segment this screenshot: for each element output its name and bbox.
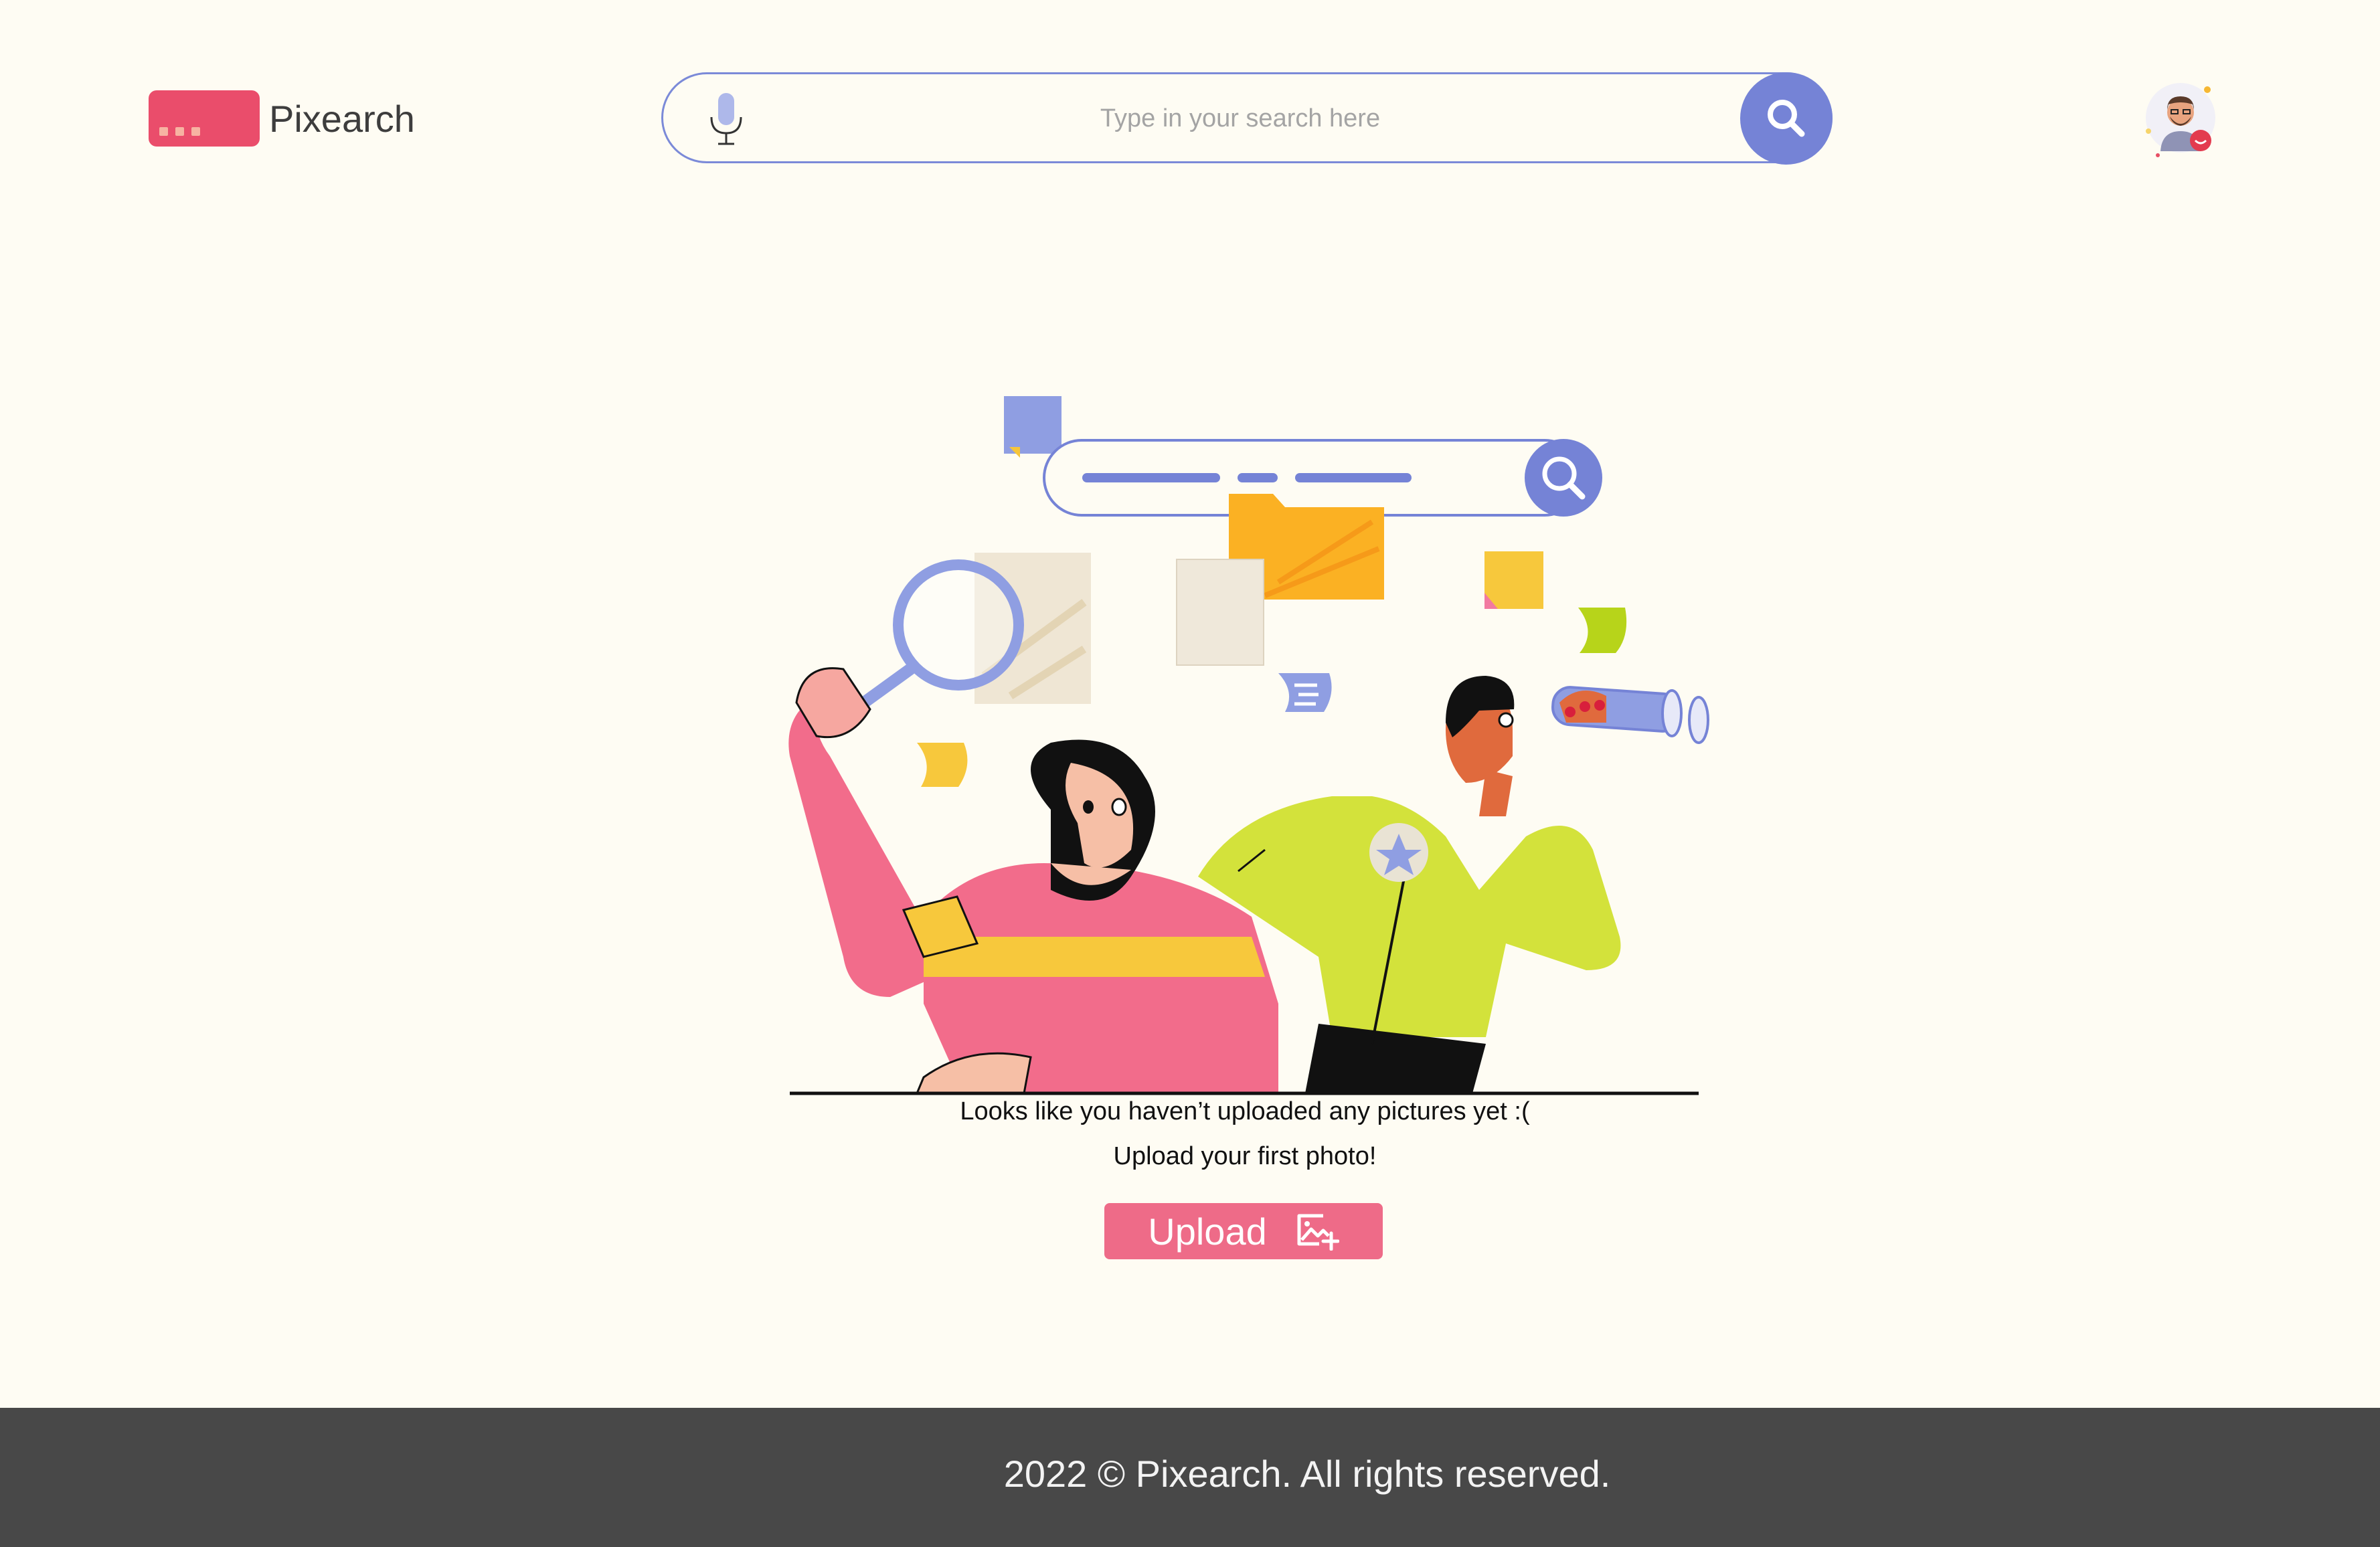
- image-add-icon: [1297, 1214, 1339, 1251]
- empty-state-prompt: Upload your first photo!: [1113, 1142, 1377, 1170]
- search-icon: [1768, 100, 1805, 137]
- upload-button[interactable]: Upload: [1104, 1203, 1383, 1259]
- upload-button-label: Upload: [1148, 1210, 1267, 1253]
- empty-state-message: Looks like you haven’t uploaded any pict…: [960, 1097, 1530, 1125]
- search-button[interactable]: [1740, 72, 1833, 165]
- search-bar: [661, 72, 1833, 165]
- footer: 2022 © Pixearch. All rights reserved.: [0, 1408, 2380, 1547]
- footer-copyright: 2022 © Pixearch. All rights reserved.: [1003, 1453, 1611, 1495]
- brand-logo[interactable]: Pixearch: [149, 90, 415, 147]
- logo-badge-icon: [149, 90, 260, 147]
- empty-state-illustration: [788, 396, 1709, 1095]
- microphone-icon[interactable]: [706, 90, 746, 152]
- search-input[interactable]: [757, 74, 1723, 163]
- brand-name: Pixearch: [269, 97, 415, 140]
- user-avatar[interactable]: [2128, 76, 2229, 166]
